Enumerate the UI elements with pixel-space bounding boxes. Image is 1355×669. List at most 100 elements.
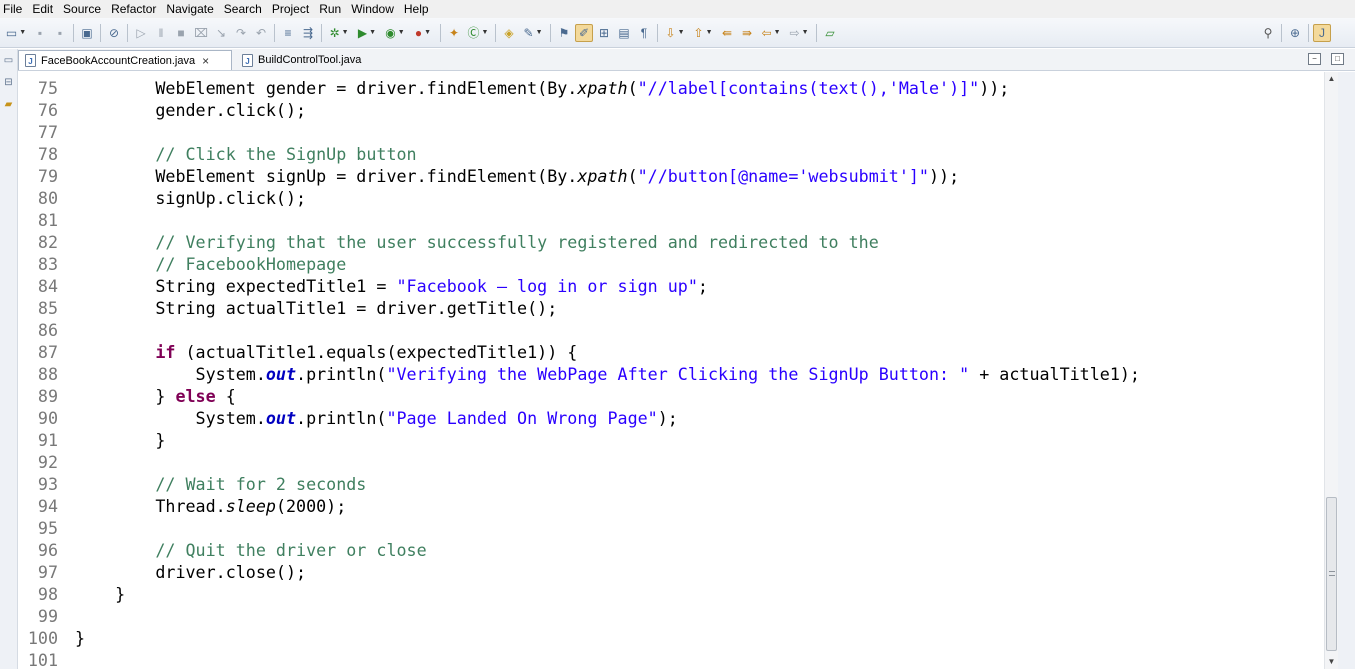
- menu-search[interactable]: Search: [219, 0, 267, 18]
- code-text[interactable]: if (actualTitle1.equals(expectedTitle1))…: [75, 341, 577, 363]
- line-number: 75: [37, 78, 58, 98]
- code-text[interactable]: }: [75, 429, 165, 451]
- new-java-class-icon[interactable]: Ⓒ ▼: [465, 24, 491, 42]
- code-text[interactable]: driver.close();: [75, 561, 306, 583]
- drop-to-frame-icon[interactable]: ⇶: [299, 24, 317, 42]
- step-return-icon[interactable]: ↶: [252, 24, 270, 42]
- line-number: 82: [37, 232, 58, 252]
- line-number: 96: [37, 540, 58, 560]
- code-text[interactable]: // Verifying that the user successfully …: [75, 231, 878, 253]
- line-number: 91: [37, 430, 58, 450]
- line-number: 81: [37, 210, 58, 230]
- open-type-icon[interactable]: ◈: [500, 24, 518, 42]
- menu-run[interactable]: Run: [314, 0, 346, 18]
- line-number: 77: [37, 122, 58, 142]
- console-icon[interactable]: ▣: [78, 24, 96, 42]
- menu-window[interactable]: Window: [346, 0, 399, 18]
- run-icon[interactable]: ▶ ▼: [354, 24, 380, 42]
- suspend-icon[interactable]: ‖: [152, 24, 170, 42]
- save-all-icon[interactable]: ▪: [51, 24, 69, 42]
- code-text[interactable]: }: [75, 627, 85, 649]
- code-text[interactable]: System.out.println("Page Landed On Wrong…: [75, 407, 678, 429]
- menu-file[interactable]: File: [0, 0, 27, 18]
- code-text[interactable]: String expectedTitle1 = "Facebook – log …: [75, 275, 708, 297]
- scrollbar-thumb[interactable]: [1326, 497, 1337, 651]
- toolbar-separator: [1308, 24, 1309, 42]
- code-text[interactable]: // Wait for 2 seconds: [75, 473, 366, 495]
- code-text[interactable]: // FacebookHomepage: [75, 253, 346, 275]
- toggle-ant-editor-icon[interactable]: ⚑: [555, 24, 573, 42]
- code-text[interactable]: WebElement gender = driver.findElement(B…: [75, 77, 1009, 99]
- save-icon[interactable]: ▪: [31, 24, 49, 42]
- previous-annotation-icon[interactable]: ⇧ ▼: [690, 24, 716, 42]
- line-number: 92: [37, 452, 58, 472]
- scroll-up-icon[interactable]: ▲: [1325, 72, 1338, 86]
- close-icon[interactable]: ×: [202, 54, 209, 68]
- line-number: 84: [37, 276, 58, 296]
- coverage-icon[interactable]: ◉ ▼: [382, 24, 408, 42]
- menu-project[interactable]: Project: [267, 0, 314, 18]
- maximize-icon[interactable]: □: [1331, 53, 1344, 65]
- disconnect-icon[interactable]: ⌧: [192, 24, 210, 42]
- java-file-icon: J: [242, 53, 253, 67]
- code-editor[interactable]: 75 WebElement gender = driver.findElemen…: [18, 72, 1324, 669]
- code-text[interactable]: String actualTitle1 = driver.getTitle();: [75, 297, 557, 319]
- step-into-icon[interactable]: ↘: [212, 24, 230, 42]
- code-text[interactable]: System.out.println("Verifying the WebPag…: [75, 363, 1140, 385]
- show-whitespace-icon[interactable]: ¶: [635, 24, 653, 42]
- step-over-icon[interactable]: ↷: [232, 24, 250, 42]
- toolbar-separator: [321, 23, 322, 42]
- java-perspective-icon[interactable]: J: [1313, 24, 1331, 42]
- code-text[interactable]: signUp.click();: [75, 187, 306, 209]
- new-wizard-icon[interactable]: ▭ ▼: [3, 24, 29, 42]
- toolbar-separator: [440, 23, 441, 42]
- toggle-word-wrap-icon[interactable]: ⊞: [595, 24, 613, 42]
- tab-facebook-account-creation[interactable]: J FaceBookAccountCreation.java ×: [18, 50, 232, 70]
- next-annotation-icon[interactable]: ⇩ ▼: [662, 24, 688, 42]
- line-number: 76: [37, 100, 58, 120]
- menu-edit[interactable]: Edit: [27, 0, 58, 18]
- menu-navigate[interactable]: Navigate: [161, 0, 218, 18]
- scroll-down-icon[interactable]: ▼: [1325, 655, 1338, 669]
- terminate-icon[interactable]: ■: [172, 24, 190, 42]
- resume-icon[interactable]: ▷: [132, 24, 150, 42]
- last-edit-location-icon[interactable]: ⇚: [718, 24, 736, 42]
- vertical-scrollbar[interactable]: ▲ ▼: [1324, 72, 1338, 669]
- new-java-package-icon[interactable]: ✦: [445, 24, 463, 42]
- debug-icon[interactable]: ✲ ▼: [326, 24, 352, 42]
- navigator-icon[interactable]: ▰: [3, 99, 14, 110]
- minimize-icon[interactable]: −: [1308, 53, 1321, 65]
- line-number: 90: [37, 408, 58, 428]
- restore-icon[interactable]: ▭: [3, 55, 14, 66]
- toolbar-separator: [816, 23, 817, 42]
- external-tools-icon[interactable]: ● ▼: [410, 24, 436, 42]
- line-number: 83: [37, 254, 58, 274]
- pin-editor-icon[interactable]: ▱: [821, 24, 839, 42]
- block-selection-icon[interactable]: ▤: [615, 24, 633, 42]
- code-text[interactable]: }: [75, 583, 125, 605]
- search-dropdown-icon[interactable]: ✎ ▼: [520, 24, 546, 42]
- line-number: 93: [37, 474, 58, 494]
- skip-breakpoints-icon[interactable]: ⊘: [105, 24, 123, 42]
- menu-source[interactable]: Source: [58, 0, 106, 18]
- tab-build-control-tool[interactable]: J BuildControlTool.java: [236, 50, 386, 70]
- code-text[interactable]: gender.click();: [75, 99, 306, 121]
- use-step-filters-icon[interactable]: ≡: [279, 24, 297, 42]
- menu-help[interactable]: Help: [399, 0, 434, 18]
- code-text[interactable]: WebElement signUp = driver.findElement(B…: [75, 165, 959, 187]
- code-text[interactable]: } else {: [75, 385, 235, 407]
- menu-refactor[interactable]: Refactor: [106, 0, 161, 18]
- code-text[interactable]: // Click the SignUp button: [75, 143, 416, 165]
- package-explorer-icon[interactable]: ⊟: [3, 77, 14, 88]
- back-to-edit-icon[interactable]: ⇛: [738, 24, 756, 42]
- line-number: 95: [37, 518, 58, 538]
- code-text[interactable]: Thread.sleep(2000);: [75, 495, 346, 517]
- open-perspective-icon[interactable]: ⊕: [1286, 24, 1304, 42]
- forward-icon[interactable]: ⇨ ▼: [786, 24, 812, 42]
- left-trim-stack: ▭ ⊟ ▰: [0, 49, 18, 669]
- back-icon[interactable]: ⇦ ▼: [758, 24, 784, 42]
- code-text[interactable]: // Quit the driver or close: [75, 539, 426, 561]
- toggle-mark-occurrences-icon[interactable]: ✐: [575, 23, 593, 42]
- search-icon[interactable]: ⚲: [1259, 24, 1277, 42]
- line-number: 88: [37, 364, 58, 384]
